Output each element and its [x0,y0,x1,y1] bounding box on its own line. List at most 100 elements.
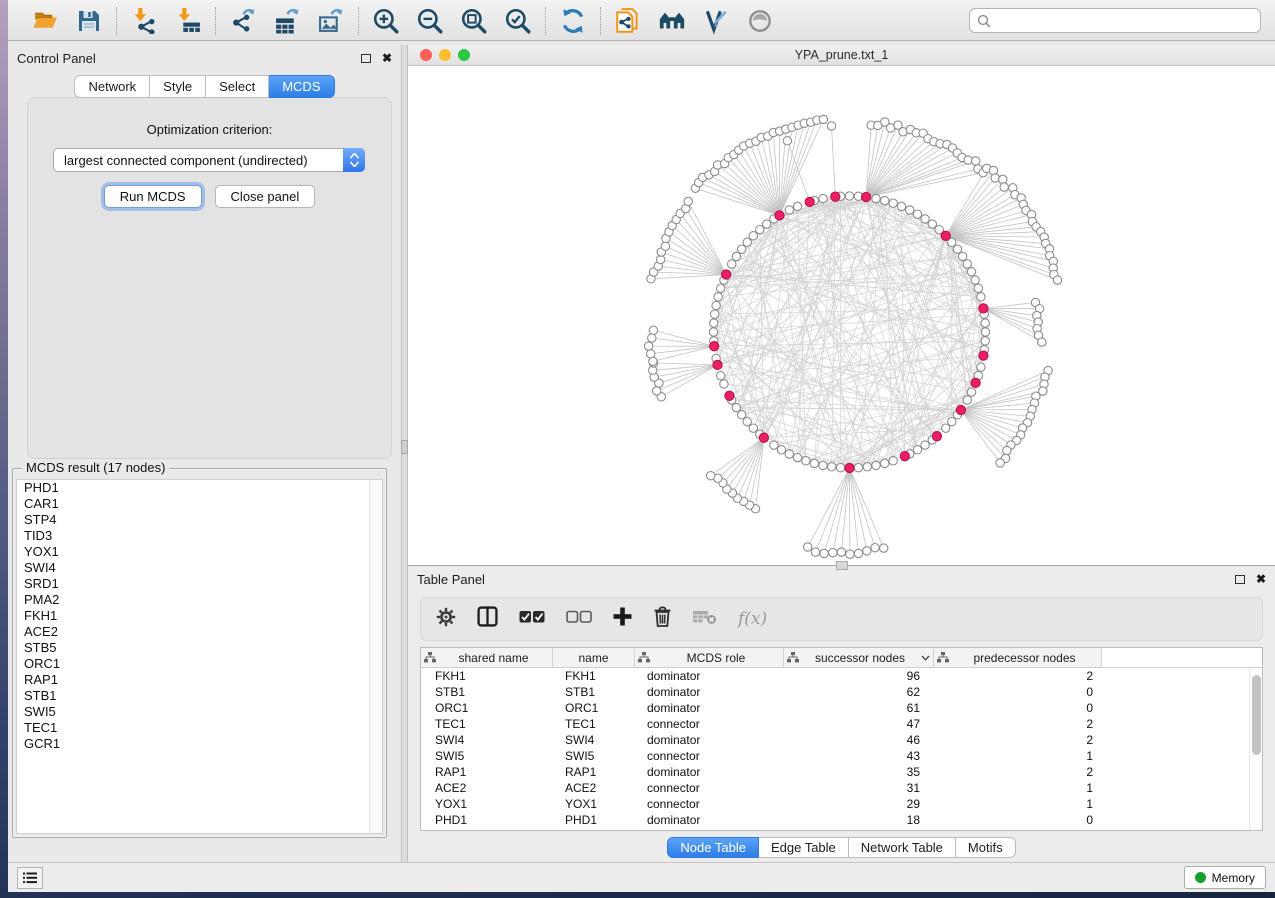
table-cell[interactable]: STB1 [553,685,635,699]
mcds-hub-node[interactable] [725,391,734,400]
tab-select[interactable]: Select [206,75,269,98]
mcds-hub-node[interactable] [941,231,950,240]
table-cell[interactable]: ACE2 [553,781,635,795]
leaf-node[interactable] [811,548,819,556]
network-node[interactable] [942,424,950,432]
table-row[interactable]: RAP1RAP1dominator352 [421,764,1262,780]
mcds-hub-node[interactable] [956,405,965,414]
table-cell[interactable]: SWI5 [553,749,635,763]
leaf-node[interactable] [644,342,652,350]
leaf-node[interactable] [661,242,669,250]
network-node[interactable] [872,461,880,469]
network-node[interactable] [981,328,989,336]
import-network-button[interactable] [130,7,158,35]
export-table-button[interactable] [273,7,301,35]
network-node[interactable] [712,301,720,309]
network-node[interactable] [977,293,985,301]
table-settings-button[interactable] [436,607,456,632]
mcds-result-list[interactable]: PHD1CAR1STP4TID3YOX1SWI4SRD1PMA2FKH1ACE2… [16,479,383,834]
deselect-all-button[interactable] [566,610,592,629]
network-node[interactable] [819,461,827,469]
select-all-button[interactable] [519,610,545,629]
mcds-result-item[interactable]: YOX1 [17,544,382,560]
maximize-window-icon[interactable] [458,49,470,61]
float-table-panel-icon[interactable] [1235,575,1245,584]
network-node[interactable] [737,245,745,253]
table-cell[interactable]: YOX1 [421,797,553,811]
table-cell[interactable]: 18 [784,813,934,827]
table-cell[interactable]: 62 [784,685,934,699]
network-from-selection-button[interactable] [614,7,642,35]
table-row[interactable]: SWI4SWI4dominator462 [421,732,1262,748]
tab-edge-table[interactable]: Edge Table [759,837,849,858]
table-cell[interactable]: 46 [784,733,934,747]
leaf-node[interactable] [684,197,692,205]
leaf-node[interactable] [647,350,655,358]
table-cell[interactable]: dominator [635,685,784,699]
leaf-node[interactable] [819,115,827,123]
network-node[interactable] [854,464,862,472]
network-node[interactable] [728,260,736,268]
splitter-handle[interactable] [401,440,408,454]
network-node[interactable] [749,424,757,432]
network-node[interactable] [845,192,853,200]
network-canvas[interactable] [408,66,1275,565]
graphics-details-button[interactable] [746,7,774,35]
network-node[interactable] [756,226,764,234]
network-node[interactable] [819,194,827,202]
mcds-result-item[interactable]: STB1 [17,688,382,704]
zoom-selected-button[interactable] [504,7,532,35]
table-cell[interactable]: 47 [784,717,934,731]
criterion-dropdown[interactable]: largest connected component (undirected) [53,148,365,172]
table-row[interactable]: TEC1TEC1connector472 [421,716,1262,732]
leaf-node[interactable] [707,472,715,480]
network-node[interactable] [720,380,728,388]
network-node[interactable] [863,463,871,471]
table-cell[interactable]: TEC1 [553,717,635,731]
mcds-result-item[interactable]: RAP1 [17,672,382,688]
network-node[interactable] [737,411,745,419]
mcds-hub-node[interactable] [979,304,988,313]
network-node[interactable] [967,388,975,396]
network-node[interactable] [711,310,719,318]
mcds-result-item[interactable]: PMA2 [17,592,382,608]
table-row[interactable]: YOX1YOX1connector291 [421,796,1262,812]
function-builder-button[interactable]: f(x) [738,609,767,629]
mcds-result-item[interactable]: SWI4 [17,560,382,576]
leaf-node[interactable] [991,174,999,182]
table-cell[interactable]: STB1 [421,685,553,699]
table-row[interactable]: FKH1FKH1dominator962 [421,668,1262,684]
network-node[interactable] [906,206,914,214]
table-cell[interactable]: connector [635,797,784,811]
leaf-node[interactable] [996,459,1004,467]
tab-node-table[interactable]: Node Table [667,837,759,858]
horizontal-splitter-handle[interactable] [836,561,848,570]
leaf-node[interactable] [648,334,656,342]
table-cell[interactable]: 35 [784,765,934,779]
table-cell[interactable]: 0 [934,813,1102,827]
delete-column-button[interactable] [653,606,672,632]
leaf-node[interactable] [837,548,845,556]
leaf-node[interactable] [804,543,812,551]
table-cell[interactable]: connector [635,749,784,763]
table-cell[interactable]: connector [635,781,784,795]
leaf-node[interactable] [827,122,835,130]
leaf-node[interactable] [863,547,871,555]
network-node[interactable] [881,459,889,467]
tab-motifs[interactable]: Motifs [956,837,1016,858]
table-cell[interactable]: PHD1 [553,813,635,827]
network-node[interactable] [921,441,929,449]
leaf-node[interactable] [871,544,879,552]
mcds-hub-node[interactable] [845,463,854,472]
network-node[interactable] [732,403,740,411]
leaf-node[interactable] [880,544,888,552]
table-cell[interactable]: 96 [784,669,934,683]
table-cell[interactable]: 31 [784,781,934,795]
network-node[interactable] [749,232,757,240]
network-node[interactable] [793,202,801,210]
table-cell[interactable]: ORC1 [553,701,635,715]
mcds-result-item[interactable]: SWI5 [17,704,382,720]
table-cell[interactable]: SWI4 [553,733,635,747]
leaf-node[interactable] [1003,446,1011,454]
leaf-node[interactable] [999,175,1007,183]
